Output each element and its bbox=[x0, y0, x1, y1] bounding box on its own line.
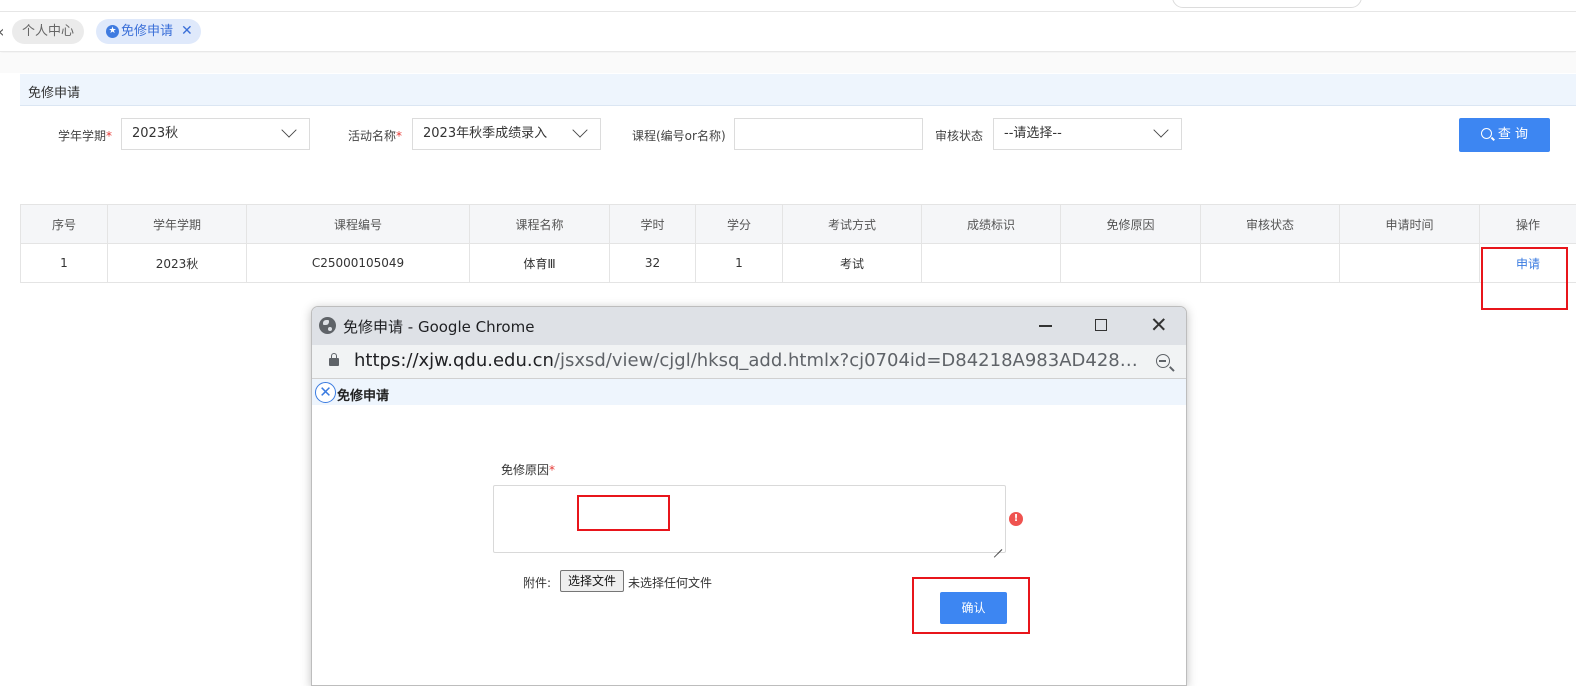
col-header: 考试方式 bbox=[783, 205, 922, 244]
highlight-confirm bbox=[912, 577, 1030, 634]
cell-exam-type: 考试 bbox=[783, 244, 922, 283]
attach-label: 附件: bbox=[523, 574, 551, 591]
cell-hours: 32 bbox=[610, 244, 696, 283]
exemption-table: 序号 学年学期 课程编号 课程名称 学时 学分 考试方式 成绩标识 免修原因 审… bbox=[20, 204, 1576, 283]
popup-titlebar: 免修申请 - Google Chrome ✕ bbox=[312, 307, 1187, 345]
course-input[interactable] bbox=[734, 118, 923, 150]
chevron-down-icon bbox=[1153, 122, 1168, 137]
query-button-label: 查 询 bbox=[1498, 127, 1528, 142]
dialog-header bbox=[312, 379, 1187, 405]
popup-window-title: 免修申请 - Google Chrome bbox=[343, 316, 534, 337]
tab-label: 个人中心 bbox=[22, 24, 74, 39]
table-row: 1 2023秋 C25000105049 体育Ⅲ 32 1 考试 申请 bbox=[21, 244, 1576, 283]
panel-title: 免修申请 bbox=[28, 82, 80, 101]
tab-label: 免修申请 bbox=[121, 19, 173, 44]
status-select[interactable]: --请选择-- bbox=[993, 118, 1182, 150]
top-search-box[interactable] bbox=[1172, 0, 1362, 8]
tab-exemption-apply[interactable]: ★ 免修申请 ✕ bbox=[96, 19, 201, 44]
cell-grade-flag bbox=[922, 244, 1061, 283]
activity-select[interactable]: 2023年秋季成绩录入 bbox=[412, 118, 601, 150]
status-label: 审核状态 bbox=[935, 127, 983, 144]
query-button[interactable]: 查 询 bbox=[1459, 118, 1550, 152]
activity-label: 活动名称* bbox=[348, 127, 402, 144]
col-header: 免修原因 bbox=[1061, 205, 1201, 244]
globe-icon bbox=[319, 317, 336, 334]
col-header: 课程名称 bbox=[470, 205, 610, 244]
chrome-popup-window: 免修申请 - Google Chrome ✕ https://xjw.qdu.e… bbox=[311, 306, 1187, 686]
reason-label: 免修原因* bbox=[501, 461, 555, 478]
reason-textarea[interactable] bbox=[493, 485, 1006, 553]
cell-apply-time bbox=[1340, 244, 1480, 283]
term-label: 学年学期* bbox=[58, 127, 112, 144]
course-label: 课程(编号or名称) bbox=[632, 127, 726, 144]
col-header: 审核状态 bbox=[1201, 205, 1340, 244]
col-header: 成绩标识 bbox=[922, 205, 1061, 244]
tab-personal-center[interactable]: 个人中心 bbox=[12, 19, 84, 44]
zoom-out-icon[interactable] bbox=[1156, 354, 1170, 368]
cell-review-status bbox=[1201, 244, 1340, 283]
no-file-text: 未选择任何文件 bbox=[628, 574, 712, 591]
popup-url: https://xjw.qdu.edu.cn/jsxsd/view/cjgl/h… bbox=[354, 350, 1144, 371]
cell-course-name: 体育Ⅲ bbox=[470, 244, 610, 283]
term-select[interactable]: 2023秋 bbox=[121, 118, 310, 150]
chevron-down-icon bbox=[281, 122, 296, 137]
col-header: 学年学期 bbox=[108, 205, 247, 244]
minimize-icon[interactable] bbox=[1039, 325, 1052, 327]
search-icon bbox=[1481, 128, 1492, 139]
activity-select-value: 2023年秋季成绩录入 bbox=[423, 126, 547, 141]
content-gap bbox=[0, 53, 1576, 73]
cell-credits: 1 bbox=[696, 244, 783, 283]
maximize-icon[interactable] bbox=[1095, 319, 1107, 331]
popup-address-bar[interactable]: https://xjw.qdu.edu.cn/jsxsd/view/cjgl/h… bbox=[312, 345, 1187, 379]
choose-file-button[interactable]: 选择文件 bbox=[560, 570, 624, 592]
col-header: 操作 bbox=[1480, 205, 1576, 244]
dialog-close-icon[interactable]: ✕ bbox=[315, 382, 336, 403]
col-header: 学分 bbox=[696, 205, 783, 244]
highlight-apply bbox=[1481, 247, 1568, 310]
cell-index: 1 bbox=[21, 244, 108, 283]
col-header: 课程编号 bbox=[247, 205, 470, 244]
table-header-row: 序号 学年学期 课程编号 课程名称 学时 学分 考试方式 成绩标识 免修原因 审… bbox=[21, 205, 1576, 244]
window-close-icon[interactable]: ✕ bbox=[1150, 313, 1168, 337]
term-select-value: 2023秋 bbox=[132, 126, 178, 141]
resize-grip-icon[interactable] bbox=[993, 541, 1003, 551]
col-header: 学时 bbox=[610, 205, 696, 244]
tab-scroll-left-icon[interactable]: ‹ bbox=[0, 22, 4, 41]
cell-term: 2023秋 bbox=[108, 244, 247, 283]
lock-icon bbox=[329, 358, 339, 366]
col-header: 序号 bbox=[21, 205, 108, 244]
cell-reason bbox=[1061, 244, 1201, 283]
chevron-down-icon bbox=[572, 122, 587, 137]
error-icon: ! bbox=[1009, 512, 1023, 526]
tab-close-icon[interactable]: ✕ bbox=[181, 19, 193, 44]
panel-header bbox=[20, 74, 1576, 106]
cell-course-code: C25000105049 bbox=[247, 244, 470, 283]
dialog-title: 免修申请 bbox=[337, 385, 389, 404]
star-badge-icon: ★ bbox=[106, 25, 119, 38]
status-select-value: --请选择-- bbox=[1004, 126, 1062, 141]
col-header: 申请时间 bbox=[1340, 205, 1480, 244]
tab-bar bbox=[0, 12, 1576, 52]
highlight-reason bbox=[577, 495, 670, 531]
